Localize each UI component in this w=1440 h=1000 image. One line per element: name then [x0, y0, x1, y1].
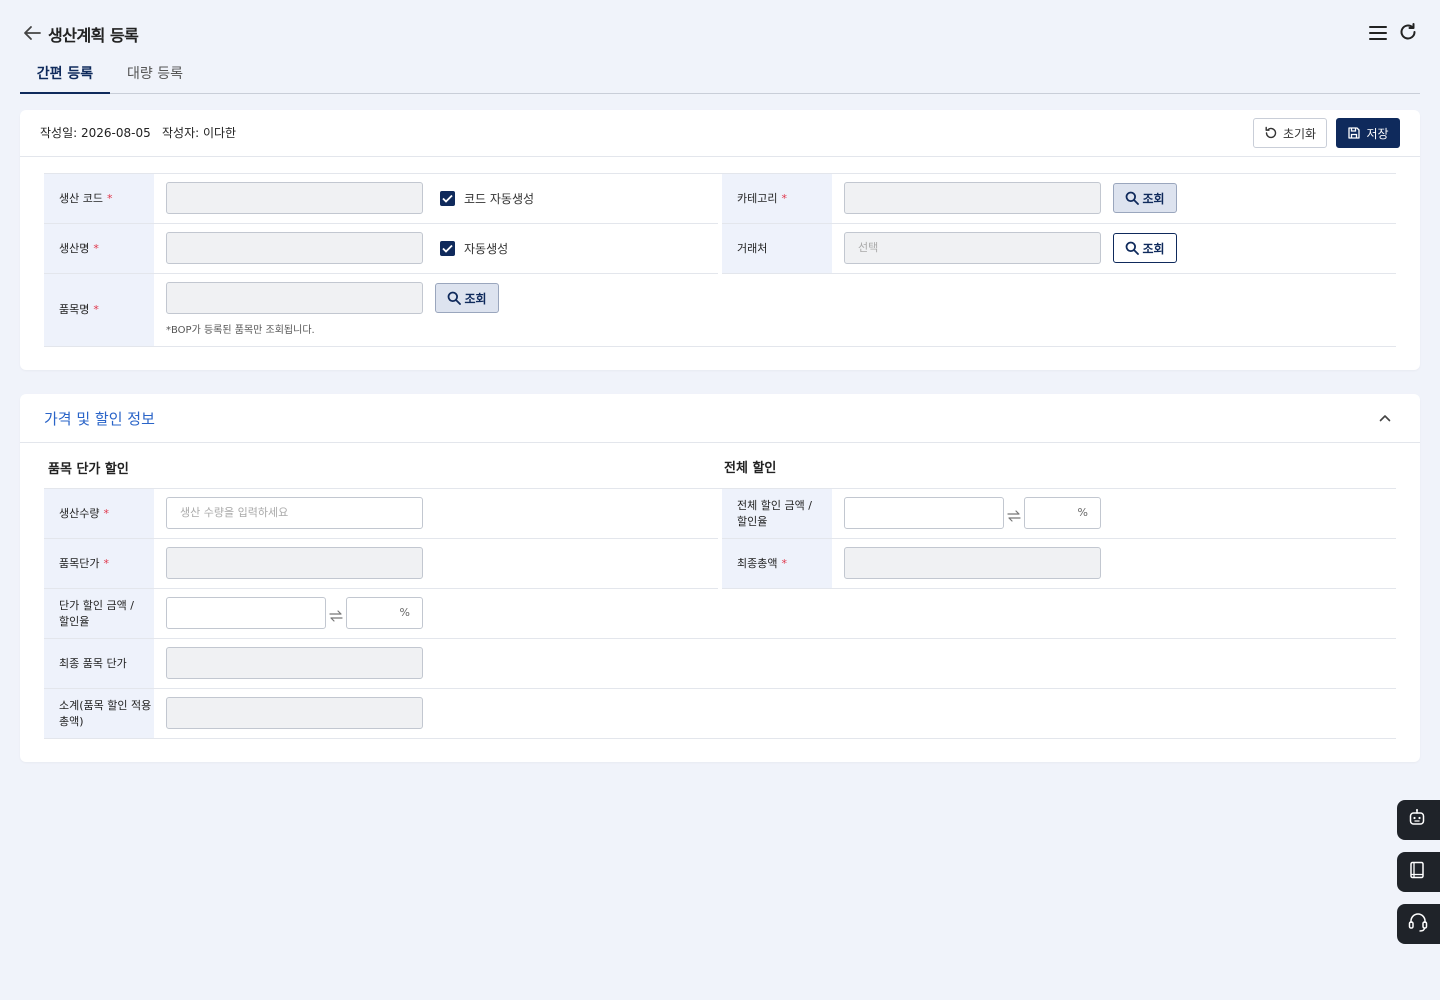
check-icon: [442, 194, 453, 203]
label-production-name: 생산명 *: [44, 224, 154, 273]
label-category: 카테고리 *: [722, 174, 832, 223]
created-date: 작성일: 2026-08-05: [40, 126, 151, 140]
unit-price-input[interactable]: [166, 547, 423, 579]
row-item-name: 품목명 * 조회 *BOP가 등록된 품목만 조회됩니다.: [44, 274, 1396, 347]
basic-info-card: 작성일: 2026-08-05 작성자: 이다한 초기화 저장 생산 코드 * 코…: [20, 110, 1420, 370]
reset-label: 초기화: [1282, 126, 1317, 141]
client-select[interactable]: 선택: [844, 232, 1101, 264]
manual-button[interactable]: [1397, 852, 1440, 892]
item-name-input[interactable]: [166, 282, 423, 314]
robot-icon: [1407, 808, 1427, 832]
headset-icon: [1407, 911, 1429, 937]
row-production-code: 생산 코드 * 코드 자동생성: [44, 174, 718, 224]
category-search-label: 조회: [1142, 191, 1165, 206]
category-input[interactable]: [844, 182, 1101, 214]
search-icon: [1126, 241, 1140, 255]
row-total-discount: 전체 할인 금액 / 할인율 %: [722, 489, 1396, 539]
label-subtotal: 소계(품목 할인 적용 총액): [44, 689, 154, 738]
row-unit-discount: 단가 할인 금액 / 할인율 %: [44, 589, 1396, 639]
label-final-unit-price: 최종 품목 단가: [44, 639, 154, 688]
auto-code-checkbox[interactable]: [440, 191, 455, 206]
menu-icon[interactable]: [1368, 24, 1388, 42]
row-quantity: 생산수량 * 생산 수량을 입력하세요: [44, 489, 718, 539]
final-total-input[interactable]: [844, 547, 1101, 579]
row-final-total: 최종총액 *: [722, 539, 1396, 589]
tab-bar: 간편 등록 대량 등록: [20, 56, 1420, 94]
production-code-input[interactable]: [166, 182, 423, 214]
row-subtotal: 소계(품목 할인 적용 총액): [44, 689, 1396, 739]
row-client: 거래처 선택 조회: [722, 224, 1396, 274]
label-client: 거래처: [722, 224, 832, 273]
unit-discount-amount-input[interactable]: [166, 597, 326, 629]
save-button[interactable]: 저장: [1336, 118, 1400, 148]
subtotal-input[interactable]: [166, 697, 423, 729]
book-icon: [1407, 860, 1427, 884]
category-search-button[interactable]: 조회: [1113, 183, 1177, 213]
label-quantity: 생산수량 *: [44, 489, 154, 538]
item-search-label: 조회: [464, 291, 487, 306]
swap-icon: [1007, 507, 1021, 522]
basic-info-form: 생산 코드* 코드 자동생성 카테고리* 조회 생산명* 자동생성 거래처: [44, 173, 1396, 347]
swap-icon: [329, 607, 343, 622]
label-total-discount: 전체 할인 금액 / 할인율: [722, 489, 832, 538]
row-final-unit-price: 최종 품목 단가: [44, 639, 1396, 689]
tab-simple-register[interactable]: 간편 등록: [20, 56, 110, 94]
label-unit-price: 품목단가 *: [44, 539, 154, 588]
label-item-name: 품목명 *: [44, 274, 154, 346]
search-icon: [1126, 191, 1140, 205]
save-label: 저장: [1366, 126, 1389, 141]
item-discount-title: 품목 단가 할인: [48, 462, 129, 477]
final-unit-price-input[interactable]: [166, 647, 423, 679]
back-arrow-icon[interactable]: [22, 24, 42, 42]
percent-unit: %: [1077, 506, 1088, 519]
total-discount-rate-input[interactable]: %: [1024, 497, 1101, 529]
unit-discount-rate-input[interactable]: %: [346, 597, 423, 629]
tab-bulk-register[interactable]: 대량 등록: [110, 56, 200, 94]
support-button[interactable]: [1397, 904, 1440, 944]
reset-icon: [1265, 126, 1277, 139]
auto-name-label: 자동생성: [464, 242, 509, 256]
row-category: 카테고리 * 조회: [722, 174, 1396, 224]
search-icon: [448, 291, 462, 305]
client-search-button[interactable]: 조회: [1113, 233, 1177, 263]
label-production-code: 생산 코드 *: [44, 174, 154, 223]
chevron-up-icon[interactable]: [1378, 410, 1392, 424]
auto-code-label: 코드 자동생성: [464, 192, 535, 206]
client-search-label: 조회: [1142, 241, 1165, 256]
top-bar: 생산계획 등록: [20, 20, 1420, 46]
check-icon: [442, 244, 453, 253]
refresh-icon[interactable]: [1398, 22, 1418, 42]
item-name-hint: *BOP가 등록된 품목만 조회됩니다.: [166, 325, 315, 336]
author: 작성자: 이다한: [162, 126, 237, 140]
section-header[interactable]: 가격 및 할인 정보: [20, 394, 1420, 443]
reset-button[interactable]: 초기화: [1253, 118, 1327, 148]
total-discount-amount-input[interactable]: [844, 497, 1004, 529]
card-header: 작성일: 2026-08-05 작성자: 이다한 초기화 저장: [20, 110, 1420, 157]
price-form: 생산수량 * 생산 수량을 입력하세요 전체 할인 금액 / 할인율 % 품목단가 *…: [44, 488, 1396, 739]
total-discount-title: 전체 할인: [724, 461, 777, 476]
price-discount-card: 가격 및 할인 정보 품목 단가 할인 전체 할인 생산수량 * 생산 수량을 입…: [20, 394, 1420, 762]
section-title: 가격 및 할인 정보: [44, 410, 155, 428]
item-search-button[interactable]: 조회: [435, 283, 499, 313]
label-final-total: 최종총액 *: [722, 539, 832, 588]
save-icon: [1348, 127, 1361, 139]
percent-unit: %: [399, 606, 410, 619]
chatbot-button[interactable]: [1397, 800, 1440, 840]
quantity-input[interactable]: 생산 수량을 입력하세요: [166, 497, 423, 529]
row-unit-price: 품목단가 *: [44, 539, 718, 589]
page-title: 생산계획 등록: [48, 26, 139, 45]
label-unit-discount: 단가 할인 금액 / 할인율: [44, 589, 154, 638]
row-production-name: 생산명 * 자동생성: [44, 224, 718, 274]
auto-name-checkbox[interactable]: [440, 241, 455, 256]
production-name-input[interactable]: [166, 232, 423, 264]
